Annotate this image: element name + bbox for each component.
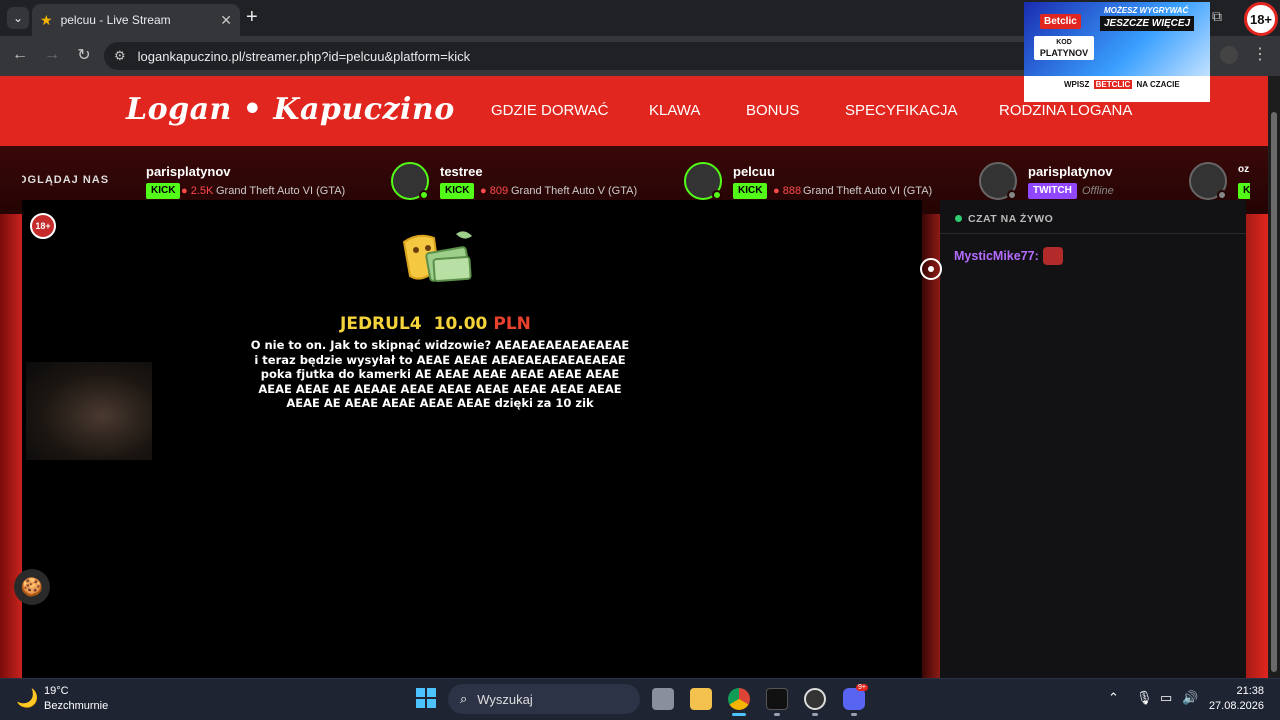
scrollbar-thumb[interactable]: [1271, 112, 1277, 672]
ad-headline-main: JESZCZE WIĘCEJ: [1100, 16, 1195, 31]
ad-cta-suffix: NA CZACIE: [1136, 80, 1180, 89]
chrome-active-indicator: [732, 713, 746, 716]
tray-chevron-up-icon[interactable]: ⌃: [1108, 690, 1119, 706]
background-middle: [922, 214, 940, 678]
weather-description[interactable]: Bezchmurnie: [44, 700, 108, 712]
ad-cta: WPISZ BETCLIC NA CZACIE: [1062, 80, 1182, 89]
mouse-cursor-icon: [920, 258, 942, 280]
ad-cta-prefix: WPISZ: [1064, 80, 1090, 89]
microphone-icon[interactable]: 🎙: [1136, 690, 1153, 706]
chat-emote-icon: [1042, 247, 1063, 265]
background-right: [1246, 214, 1268, 678]
donation-alert-money-icon: [402, 231, 472, 283]
terminal-app-icon[interactable]: [766, 688, 788, 710]
ad-brand-logo: Betclic: [1040, 14, 1081, 29]
chat-message: MysticMike77:: [954, 247, 1063, 265]
file-explorer-icon[interactable]: [690, 688, 712, 710]
age-18-badge: 18+: [1244, 2, 1278, 36]
donation-amount: 10.00: [433, 314, 488, 334]
ad-headline-top: MOŻESZ WYGRYWAĆ: [1104, 6, 1189, 15]
streamer-webcam: [26, 362, 152, 460]
app-running-indicator: [812, 713, 818, 716]
windows-taskbar: [0, 678, 1280, 720]
search-placeholder: Wyszukaj: [477, 691, 533, 707]
discord-icon[interactable]: [843, 688, 865, 710]
menu-kebab-icon[interactable]: ⋮: [1252, 44, 1268, 64]
donation-currency: PLN: [493, 314, 531, 334]
screen: ⌄ ★ pelcuu - Live Stream ✕ + ⧉ ← → ↻ ⚙ l…: [0, 0, 1280, 720]
live-indicator-dot: [955, 215, 962, 222]
discord-notification-badge: 9+: [856, 684, 868, 691]
streamer-name: oz: [1238, 164, 1250, 175]
network-icon[interactable]: ▭: [1160, 690, 1172, 706]
taskbar-date[interactable]: 27.08.2026: [1200, 700, 1264, 712]
donor-name: JEDRUL4: [340, 314, 422, 334]
donation-alert-header: JEDRUL4 10.00 PLN: [340, 314, 531, 334]
streamer-avatar: [1189, 162, 1227, 200]
live-chat-panel: [940, 200, 1246, 678]
app-running-indicator: [774, 713, 780, 716]
platform-badge: KICK: [1238, 183, 1250, 199]
task-view-icon[interactable]: [652, 688, 674, 710]
taskbar-search[interactable]: ⌕ Wyszukaj: [448, 684, 640, 714]
ad-kod-label: KOD: [1056, 39, 1072, 46]
background-left: [0, 214, 22, 678]
weather-temperature[interactable]: 19°C: [44, 685, 69, 697]
windows-start-icon[interactable]: [416, 688, 436, 708]
ad-cta-brand: BETCLIC: [1093, 80, 1133, 89]
chat-username[interactable]: MysticMike77:: [954, 249, 1039, 263]
age-restriction-badge: 18+: [30, 213, 56, 239]
ad-kod-value: PLATYNOV: [1039, 48, 1089, 58]
moon-weather-icon[interactable]: 🌙: [16, 688, 38, 709]
chrome-icon[interactable]: [728, 688, 750, 710]
app-running-indicator: [851, 713, 857, 716]
obs-studio-icon[interactable]: [804, 688, 826, 710]
chat-title: CZAT NA ŻYWO: [968, 213, 1054, 225]
offline-dot: [1217, 190, 1227, 200]
volume-icon[interactable]: 🔊: [1182, 690, 1198, 706]
ad-promo-code: KOD PLATYNOV: [1034, 36, 1094, 60]
donation-message: O nie to on. Jak to skipnąć widzowie? AE…: [250, 338, 630, 410]
taskbar-clock[interactable]: 21:38: [1214, 685, 1264, 697]
search-icon: ⌕: [460, 691, 468, 706]
cookie-settings-icon[interactable]: 🍪: [14, 569, 50, 605]
